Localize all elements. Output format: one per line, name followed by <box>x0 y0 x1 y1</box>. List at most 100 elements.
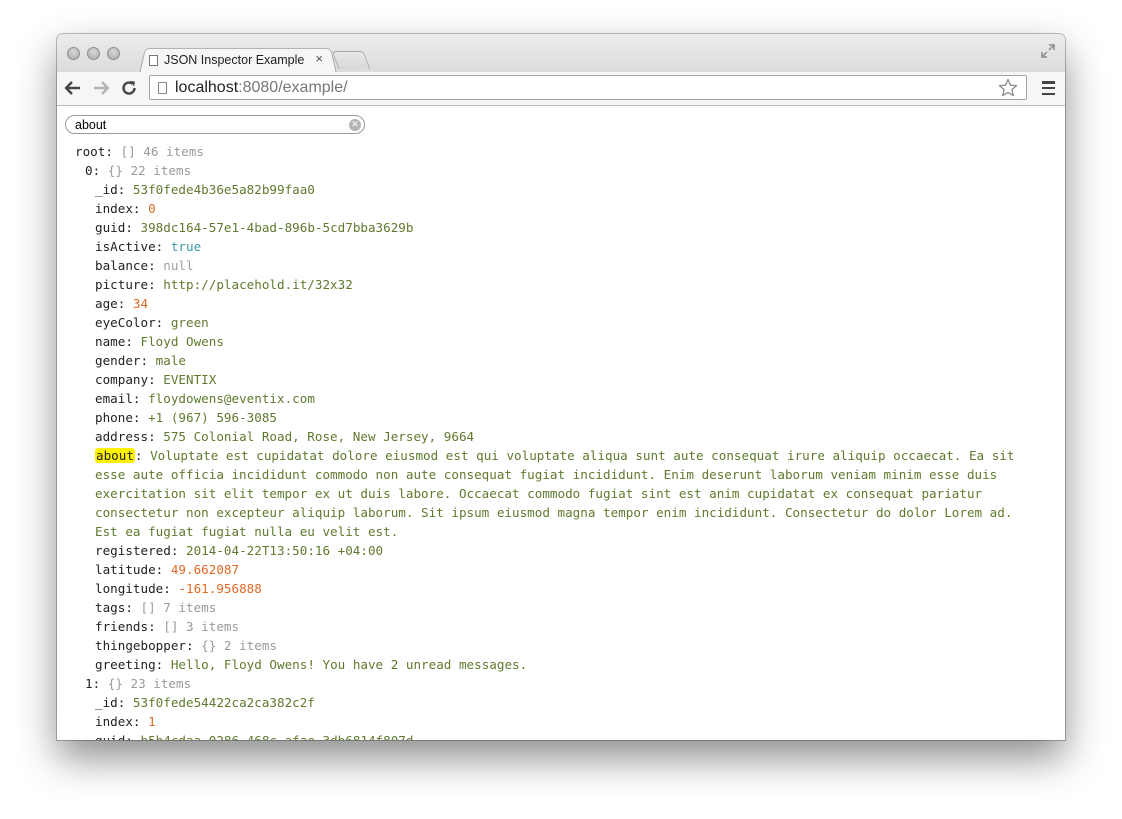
url-path: :8080/example/ <box>238 78 348 96</box>
tree-value: +1 (967) 596-3085 <box>148 410 277 425</box>
tree-row[interactable]: isActive: true <box>75 237 1035 256</box>
tree-key[interactable]: eyeColor <box>95 315 156 330</box>
tree-value: 2014-04-22T13:50:16 +04:00 <box>186 543 384 558</box>
tree-row[interactable]: friends: [] 3 items <box>75 617 1035 636</box>
tree-row-item-0[interactable]: 0: {} 22 items <box>75 161 1035 180</box>
tree-key[interactable]: root <box>75 144 105 159</box>
tree-row[interactable]: guid: b5b4cdaa-0286-468c-afae-3db6814f80… <box>75 731 1035 740</box>
address-url[interactable]: localhost:8080/example/ <box>175 79 348 97</box>
tree-row[interactable]: greeting: Hello, Floyd Owens! You have 2… <box>75 655 1035 674</box>
tree-key[interactable]: picture <box>95 277 148 292</box>
tree-key[interactable]: thingebopper <box>95 638 186 653</box>
tree-value: 0 <box>148 201 156 216</box>
tree-key[interactable]: greeting <box>95 657 156 672</box>
tree-value: true <box>170 239 202 254</box>
minimize-window-button[interactable] <box>87 47 100 60</box>
back-arrow-icon <box>64 81 80 95</box>
tree-row-root[interactable]: root: [] 46 items <box>75 142 1035 161</box>
tree-row[interactable]: guid: 398dc164-57e1-4bad-896b-5cd7bba362… <box>75 218 1035 237</box>
item-0-fields-after: registered: 2014-04-22T13:50:16 +04:00 la… <box>75 541 1035 674</box>
item-0-fields: _id: 53f0fede4b36e5a82b99faa0 index: 0 gui… <box>75 180 1035 446</box>
browser-tab-content[interactable]: JSON Inspector Example × <box>149 48 329 72</box>
tree-row[interactable]: gender: male <box>75 351 1035 370</box>
tree-row[interactable]: registered: 2014-04-22T13:50:16 +04:00 <box>75 541 1035 560</box>
tree-key[interactable]: phone <box>95 410 133 425</box>
tree-value: 575 Colonial Road, Rose, New Jersey, 966… <box>163 429 475 444</box>
new-tab-button[interactable] <box>331 51 371 69</box>
tree-key[interactable]: guid <box>95 220 125 235</box>
tree-row-item-1[interactable]: 1: {} 23 items <box>75 674 1035 693</box>
tree-key[interactable]: friends <box>95 619 148 634</box>
tree-key[interactable]: 1 <box>85 676 93 691</box>
tree-value: 49.662087 <box>170 562 240 577</box>
tree-row[interactable]: index: 1 <box>75 712 1035 731</box>
tree-type: {} 22 items <box>107 163 192 178</box>
tree-key[interactable]: _id <box>95 182 118 197</box>
tree-value: 34 <box>132 296 149 311</box>
tree-value: b5b4cdaa-0286-468c-afae-3db6814f807d <box>141 733 414 740</box>
tree-value: 53f0fede4b36e5a82b99faa0 <box>132 182 315 197</box>
tree-value: green <box>170 315 209 330</box>
tree-type: [] 46 items <box>120 144 204 159</box>
tree-key[interactable]: longitude <box>95 581 163 596</box>
tree-key[interactable]: index <box>95 714 133 729</box>
reload-button[interactable] <box>119 78 139 98</box>
tree-row[interactable]: age: 34 <box>75 294 1035 313</box>
close-window-button[interactable] <box>67 47 80 60</box>
tree-key[interactable]: name <box>95 334 125 349</box>
tree-row[interactable]: _id: 53f0fede4b36e5a82b99faa0 <box>75 180 1035 199</box>
tree-value: {} 2 items <box>201 638 277 653</box>
address-bar[interactable]: localhost:8080/example/ <box>149 75 1027 100</box>
search-input[interactable] <box>65 115 365 134</box>
forward-button[interactable] <box>91 78 111 98</box>
tree-value: http://placehold.it/32x32 <box>163 277 353 292</box>
tab-title: JSON Inspector Example <box>164 53 305 67</box>
tree-value: Floyd Owens <box>140 334 224 349</box>
tree-row[interactable]: thingebopper: {} 2 items <box>75 636 1035 655</box>
item-1-fields: _id: 53f0fede54422ca2ca382c2findex: 1gui… <box>75 693 1035 740</box>
tab-close-icon[interactable]: × <box>315 51 323 66</box>
tree-key[interactable]: isActive <box>95 239 156 254</box>
tree-key[interactable]: _id <box>95 695 118 710</box>
tree-value: null <box>163 258 194 273</box>
tree-value: male <box>155 353 187 368</box>
tree-row[interactable]: tags: [] 7 items <box>75 598 1035 617</box>
tree-key[interactable]: email <box>95 391 133 406</box>
tree-row[interactable]: longitude: -161.956888 <box>75 579 1035 598</box>
tree-key[interactable]: balance <box>95 258 148 273</box>
tree-key[interactable]: address <box>95 429 148 444</box>
tree-row[interactable]: latitude: 49.662087 <box>75 560 1035 579</box>
tree-key[interactable]: age <box>95 296 118 311</box>
browser-menu-icon[interactable] <box>1042 81 1055 95</box>
tree-row[interactable]: company: EVENTIX <box>75 370 1035 389</box>
zoom-window-button[interactable] <box>107 47 120 60</box>
fullscreen-icon[interactable] <box>1041 44 1055 58</box>
tree-row[interactable]: _id: 53f0fede54422ca2ca382c2f <box>75 693 1035 712</box>
tree-key[interactable]: index <box>95 201 133 216</box>
tree-key-highlighted[interactable]: about <box>95 448 135 463</box>
tree-row[interactable]: phone: +1 (967) 596-3085 <box>75 408 1035 427</box>
tree-value: [] 7 items <box>140 600 217 615</box>
tree-key[interactable]: tags <box>95 600 125 615</box>
tree-key[interactable]: 0 <box>85 163 93 178</box>
bookmark-star-icon[interactable] <box>998 78 1018 98</box>
tree-key[interactable]: latitude <box>95 562 156 577</box>
tree-key[interactable]: guid <box>95 733 125 740</box>
tree-key[interactable]: registered <box>95 543 171 558</box>
tree-row[interactable]: picture: http://placehold.it/32x32 <box>75 275 1035 294</box>
tree-key[interactable]: company <box>95 372 148 387</box>
tree-row[interactable]: index: 0 <box>75 199 1035 218</box>
tree-row[interactable]: address: 575 Colonial Road, Rose, New Je… <box>75 427 1035 446</box>
clear-search-icon[interactable]: ✕ <box>349 119 361 131</box>
tree-value: 398dc164-57e1-4bad-896b-5cd7bba3629b <box>140 220 414 235</box>
tree-row[interactable]: name: Floyd Owens <box>75 332 1035 351</box>
tree-row[interactable]: eyeColor: green <box>75 313 1035 332</box>
tree-row-about[interactable]: about: Voluptate est cupidatat dolore ei… <box>75 446 1035 541</box>
browser-window: JSON Inspector Example × localhost:8080/… <box>57 34 1065 740</box>
reload-icon <box>122 81 136 95</box>
tree-key[interactable]: gender <box>95 353 141 368</box>
tree-row[interactable]: email: floydowens@eventix.com <box>75 389 1035 408</box>
back-button[interactable] <box>63 78 83 98</box>
tree-row[interactable]: balance: null <box>75 256 1035 275</box>
page-icon <box>149 54 158 66</box>
